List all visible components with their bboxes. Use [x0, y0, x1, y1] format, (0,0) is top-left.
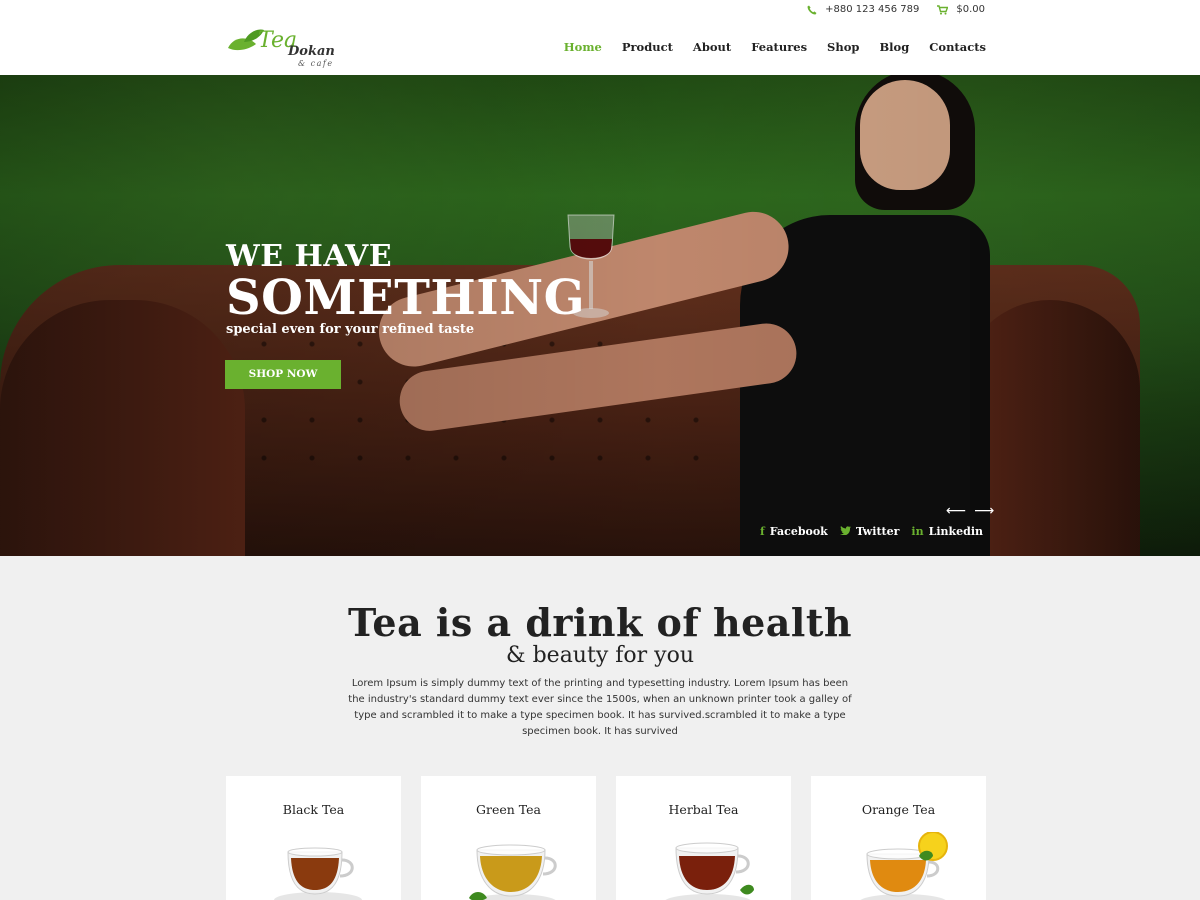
phone-number: +880 123 456 789: [825, 4, 920, 15]
twitter-icon: [839, 525, 851, 538]
nav-features[interactable]: Features: [751, 40, 807, 54]
intro-body: Lorem Ipsum is simply dummy text of the …: [348, 678, 852, 737]
site-header: +880 123 456 789 $0.00 Tea Dokan & cafe …: [0, 0, 1200, 75]
nav-about[interactable]: About: [693, 40, 731, 54]
social-linkedin-label: Linkedin: [928, 525, 983, 538]
nav-product[interactable]: Product: [622, 40, 673, 54]
nav-shop[interactable]: Shop: [827, 40, 859, 54]
tea-card-black[interactable]: Black Tea: [226, 776, 401, 900]
tea-card-herbal[interactable]: Herbal Tea: [616, 776, 791, 900]
social-facebook[interactable]: f Facebook: [760, 525, 828, 538]
nav-home[interactable]: Home: [564, 40, 602, 54]
tea-cards: Black Tea Green Tea Herbal Tea Orange Te…: [226, 776, 986, 900]
arrow-right-icon[interactable]: ⟶: [974, 503, 994, 519]
intro-title: Tea is a drink of health: [347, 600, 853, 645]
hero-line-1: WE HAVE: [226, 239, 393, 274]
tea-cup-image: [469, 844, 557, 900]
hero-slider: WE HAVE SOMETHING special even for your …: [0, 75, 1200, 556]
tea-card-title: Herbal Tea: [668, 802, 739, 817]
social-twitter-label: Twitter: [855, 525, 900, 538]
tea-card-title: Orange Tea: [861, 802, 936, 817]
tea-cup-image: [665, 842, 754, 900]
arrow-left-icon[interactable]: ⟵: [946, 503, 966, 519]
cart-total: $0.00: [956, 4, 985, 15]
nav-contacts[interactable]: Contacts: [929, 40, 986, 54]
tea-cup-image: [860, 832, 948, 900]
phone-contact[interactable]: +880 123 456 789: [807, 4, 919, 15]
social-facebook-label: Facebook: [769, 525, 828, 538]
intro-section: Tea is a drink of health & beauty for yo…: [0, 556, 1200, 740]
site-logo[interactable]: Tea Dokan & cafe: [226, 26, 336, 72]
logo-name: Dokan: [288, 44, 335, 59]
cart-icon: [937, 4, 949, 15]
linkedin-icon: in: [911, 525, 924, 538]
hero-overlay: [0, 75, 1200, 556]
hero-line-2: SOMETHING: [226, 270, 586, 326]
slider-arrows: ⟵ ⟶: [946, 503, 994, 519]
logo-sub: & cafe: [298, 59, 334, 68]
tea-card-title: Green Tea: [476, 802, 541, 817]
main-nav: Home Product About Features Shop Blog Co…: [544, 40, 986, 54]
facebook-icon: f: [760, 525, 765, 538]
social-linkedin[interactable]: in Linkedin: [911, 525, 983, 538]
tea-card-title: Black Tea: [282, 802, 345, 817]
tea-card-orange[interactable]: Orange Tea: [811, 776, 986, 900]
intro-subtitle: & beauty for you: [506, 643, 694, 668]
phone-icon: [807, 5, 817, 15]
top-bar: +880 123 456 789 $0.00: [807, 4, 985, 15]
nav-blog[interactable]: Blog: [879, 40, 909, 54]
tea-cup-image: [274, 847, 362, 900]
shop-now-button[interactable]: SHOP NOW: [225, 360, 341, 389]
social-twitter[interactable]: Twitter: [839, 525, 900, 538]
social-links: f Facebook Twitter in Linkedin: [760, 525, 983, 538]
hero-caption: WE HAVE SOMETHING special even for your …: [226, 239, 585, 337]
tea-card-green[interactable]: Green Tea: [421, 776, 596, 900]
cart-link[interactable]: $0.00: [937, 4, 985, 15]
